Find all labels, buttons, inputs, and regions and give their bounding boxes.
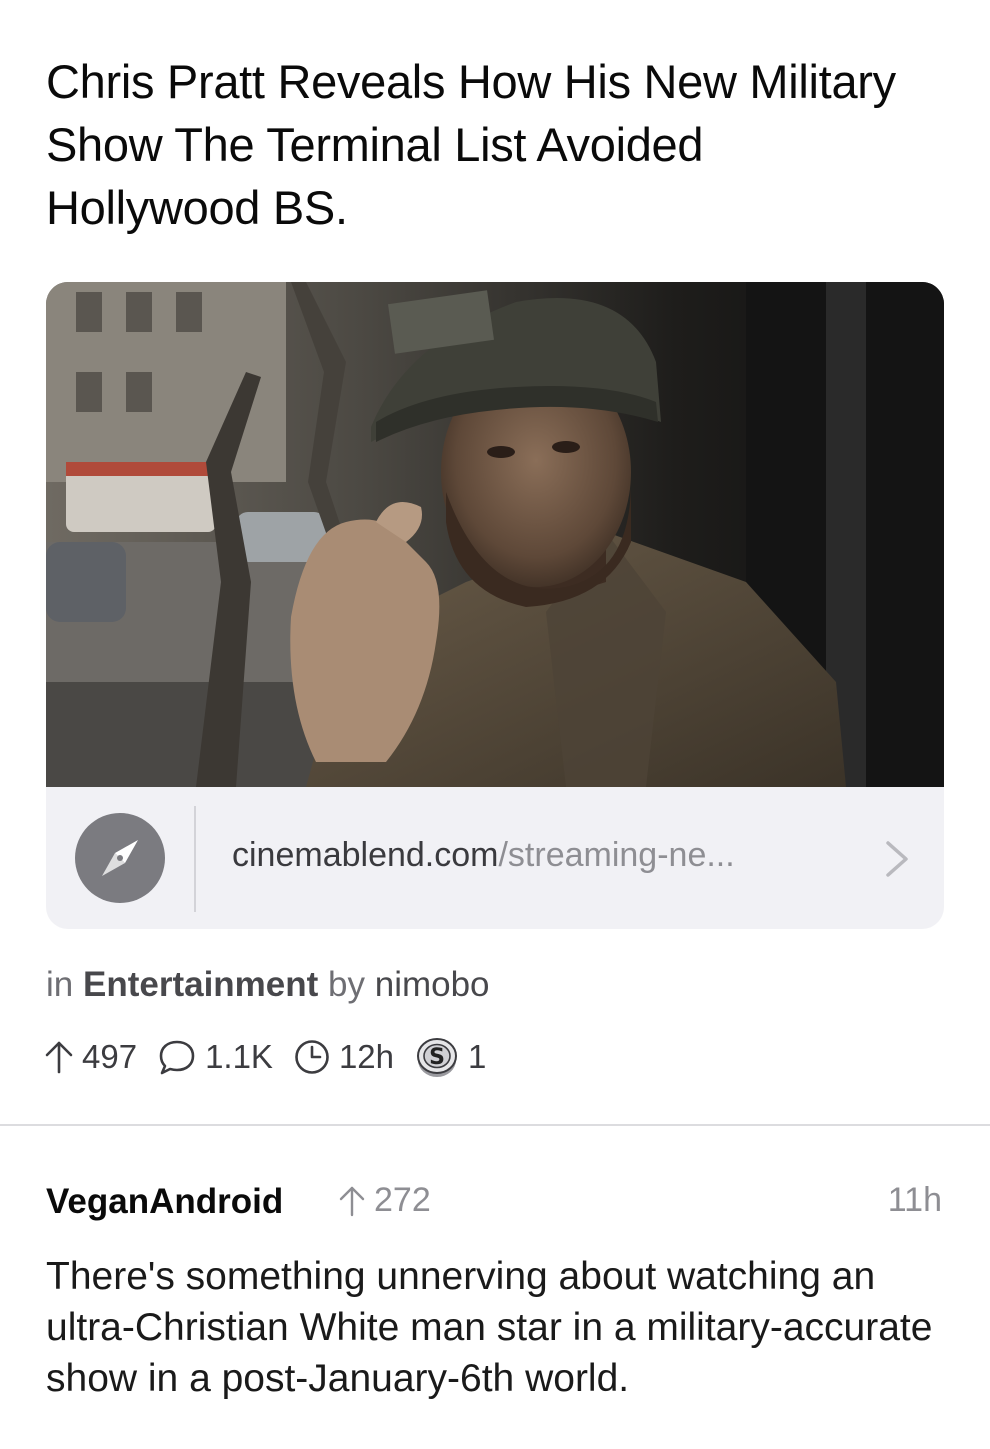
comments-stat[interactable]: 1.1K: [157, 1038, 273, 1076]
award-count: 1: [468, 1038, 487, 1075]
post-thumbnail-image[interactable]: [46, 282, 944, 787]
chevron-right-icon[interactable]: [884, 839, 910, 879]
award-coin-icon: S: [417, 1038, 458, 1077]
award-stat[interactable]: S 1: [414, 1034, 486, 1080]
link-divider: [194, 806, 196, 912]
post-stats: 497 1.1K 12h S 1: [44, 1033, 506, 1081]
upvote-count: 497: [82, 1038, 138, 1075]
link-url[interactable]: cinemablend.com/streaming-ne...: [232, 833, 735, 877]
link-path: /streaming-ne...: [498, 836, 735, 874]
post-meta: in Entertainment by nimobo: [46, 962, 490, 1008]
upvote-stat[interactable]: 497: [44, 1038, 137, 1076]
post-age: 12h: [338, 1038, 395, 1075]
compass-icon: [75, 813, 165, 903]
comment-count: 1.1K: [205, 1038, 273, 1075]
upvote-arrow-icon: [339, 1186, 365, 1216]
age-stat: 12h: [293, 1038, 394, 1076]
comment-age: 11h: [887, 1181, 942, 1219]
comment-upvotes[interactable]: 272: [338, 1181, 431, 1220]
comment-bubble-icon: [159, 1040, 195, 1075]
comment-upvote-count: 272: [374, 1181, 431, 1219]
link-preview-card[interactable]: cinemablend.com/streaming-ne...: [46, 282, 944, 929]
author-link[interactable]: nimobo: [375, 965, 490, 1004]
svg-text:S: S: [429, 1045, 445, 1070]
clock-icon: [295, 1040, 329, 1074]
link-preview-row[interactable]: cinemablend.com/streaming-ne...: [46, 787, 944, 929]
community-link[interactable]: Entertainment: [83, 965, 318, 1004]
comment-author[interactable]: VeganAndroid: [46, 1179, 283, 1225]
link-domain: cinemablend.com: [232, 836, 499, 874]
by-label: by: [328, 965, 365, 1004]
section-divider: [0, 1124, 990, 1126]
post-title[interactable]: Chris Pratt Reveals How His New Military…: [46, 50, 926, 239]
comment-body: There's something unnerving about watchi…: [46, 1255, 933, 1400]
in-label: in: [46, 965, 74, 1004]
upvote-arrow-icon: [45, 1041, 73, 1074]
